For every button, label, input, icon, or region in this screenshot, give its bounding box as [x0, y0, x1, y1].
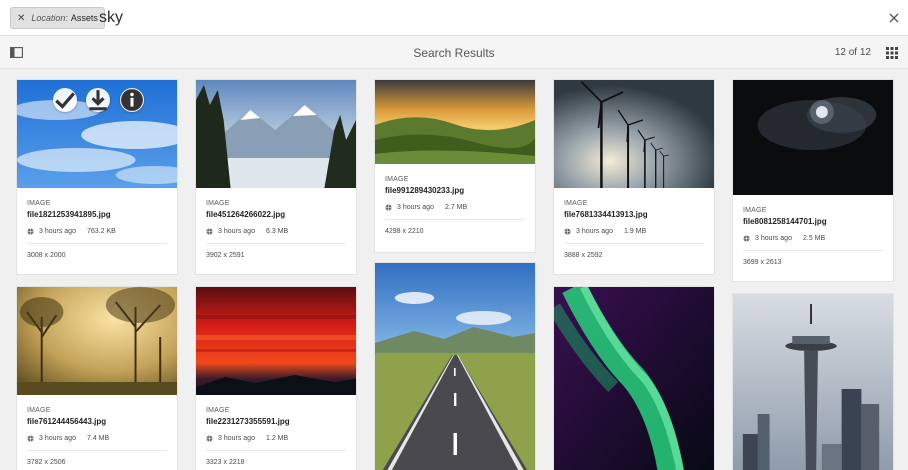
asset-type: IMAGE [385, 176, 409, 183]
asset-thumbnail[interactable] [375, 80, 535, 164]
globe-icon [743, 235, 750, 242]
asset-card[interactable]: IMAGE file2231273355591.jpg 3 hours ago … [195, 286, 357, 470]
asset-type: IMAGE [206, 200, 230, 207]
asset-size: 2.7 MB [444, 204, 468, 211]
asset-card[interactable]: IMAGE file991289430233.jpg 3 hours ago 2… [374, 79, 536, 253]
results-count: 12 of 12 [834, 47, 871, 58]
checkmark-icon [55, 92, 75, 109]
grid-view-icon[interactable] [886, 47, 898, 59]
asset-size: 2.5 MB [802, 235, 826, 242]
properties-button[interactable] [120, 88, 144, 112]
asset-type: IMAGE [27, 200, 51, 207]
tag-key: Location: [31, 13, 68, 23]
globe-icon [385, 204, 392, 211]
asset-size: 763.2 KB [86, 228, 116, 235]
asset-dimensions: 3782 x 2506 [27, 459, 66, 466]
asset-thumbnail[interactable] [554, 287, 714, 470]
asset-type: IMAGE [206, 407, 230, 414]
asset-filename: file7681334413913.jpg [564, 210, 648, 219]
tag-remove-close-icon[interactable]: ✕ [17, 13, 25, 24]
asset-filename: file8081258144701.jpg [743, 217, 827, 226]
asset-thumbnail[interactable] [17, 80, 177, 188]
asset-thumbnail[interactable] [17, 287, 177, 395]
asset-filename: file451264266022.jpg [206, 210, 286, 219]
asset-card[interactable]: IMAGE file761244456443.jpg 3 hours ago 7… [16, 286, 178, 470]
asset-thumbnail[interactable] [554, 80, 714, 188]
download-button[interactable] [86, 88, 110, 112]
search-bar: ✕ Location: Assets sky [0, 0, 908, 36]
globe-icon [27, 228, 34, 235]
tag-value: Assets [70, 13, 98, 23]
asset-modified: 3 hours ago [218, 435, 255, 442]
asset-thumbnail[interactable] [733, 80, 893, 195]
asset-modified: 3 hours ago [218, 228, 255, 235]
asset-dimensions: 3323 x 2218 [206, 459, 245, 466]
asset-dimensions: 4298 x 2210 [385, 228, 424, 235]
select-button[interactable] [53, 88, 77, 112]
asset-card[interactable] [374, 262, 536, 470]
asset-card[interactable]: IMAGE file8081258144701.jpg 3 hours ago … [732, 79, 894, 282]
asset-type: IMAGE [743, 207, 767, 214]
asset-type: IMAGE [564, 200, 588, 207]
globe-icon [27, 435, 34, 442]
asset-size: 6.3 MB [265, 228, 289, 235]
globe-icon [206, 435, 213, 442]
asset-card[interactable]: IMAGE file451264266022.jpg 3 hours ago 6… [195, 79, 357, 275]
location-filter-tag[interactable]: ✕ Location: Assets [10, 7, 105, 29]
asset-modified: 3 hours ago [397, 204, 434, 211]
asset-dimensions: 3902 x 2591 [206, 252, 245, 259]
asset-modified: 3 hours ago [755, 235, 792, 242]
asset-card[interactable] [553, 286, 715, 470]
asset-filename: file1821253941895.jpg [27, 210, 111, 219]
asset-dimensions: 3888 x 2592 [564, 252, 603, 259]
asset-card[interactable] [732, 293, 894, 470]
asset-type: IMAGE [27, 407, 51, 414]
info-icon [121, 89, 143, 111]
asset-dimensions: 3699 x 2613 [743, 259, 782, 266]
asset-card[interactable]: IMAGE file7681334413913.jpg 3 hours ago … [553, 79, 715, 275]
asset-thumbnail[interactable] [375, 263, 535, 470]
asset-modified: 3 hours ago [39, 435, 76, 442]
clear-search-close-icon[interactable] [888, 12, 900, 24]
asset-filename: file991289430233.jpg [385, 186, 465, 195]
asset-size: 1.9 MB [623, 228, 647, 235]
download-icon [89, 90, 107, 111]
page-title: Search Results [413, 46, 495, 60]
asset-thumbnail[interactable] [733, 294, 893, 470]
asset-modified: 3 hours ago [39, 228, 76, 235]
asset-size: 7.4 MB [86, 435, 110, 442]
asset-thumbnail[interactable] [196, 287, 356, 395]
search-input[interactable]: sky [99, 9, 123, 27]
globe-icon [564, 228, 571, 235]
asset-filename: file761244456443.jpg [27, 417, 107, 426]
asset-size: 1.2 MB [265, 435, 289, 442]
globe-icon [206, 228, 213, 235]
asset-dimensions: 3008 x 2000 [27, 252, 66, 259]
asset-filename: file2231273355591.jpg [206, 417, 290, 426]
asset-thumbnail[interactable] [196, 80, 356, 188]
asset-modified: 3 hours ago [576, 228, 613, 235]
asset-card[interactable]: IMAGE file1821253941895.jpg 3 hours ago … [16, 79, 178, 275]
